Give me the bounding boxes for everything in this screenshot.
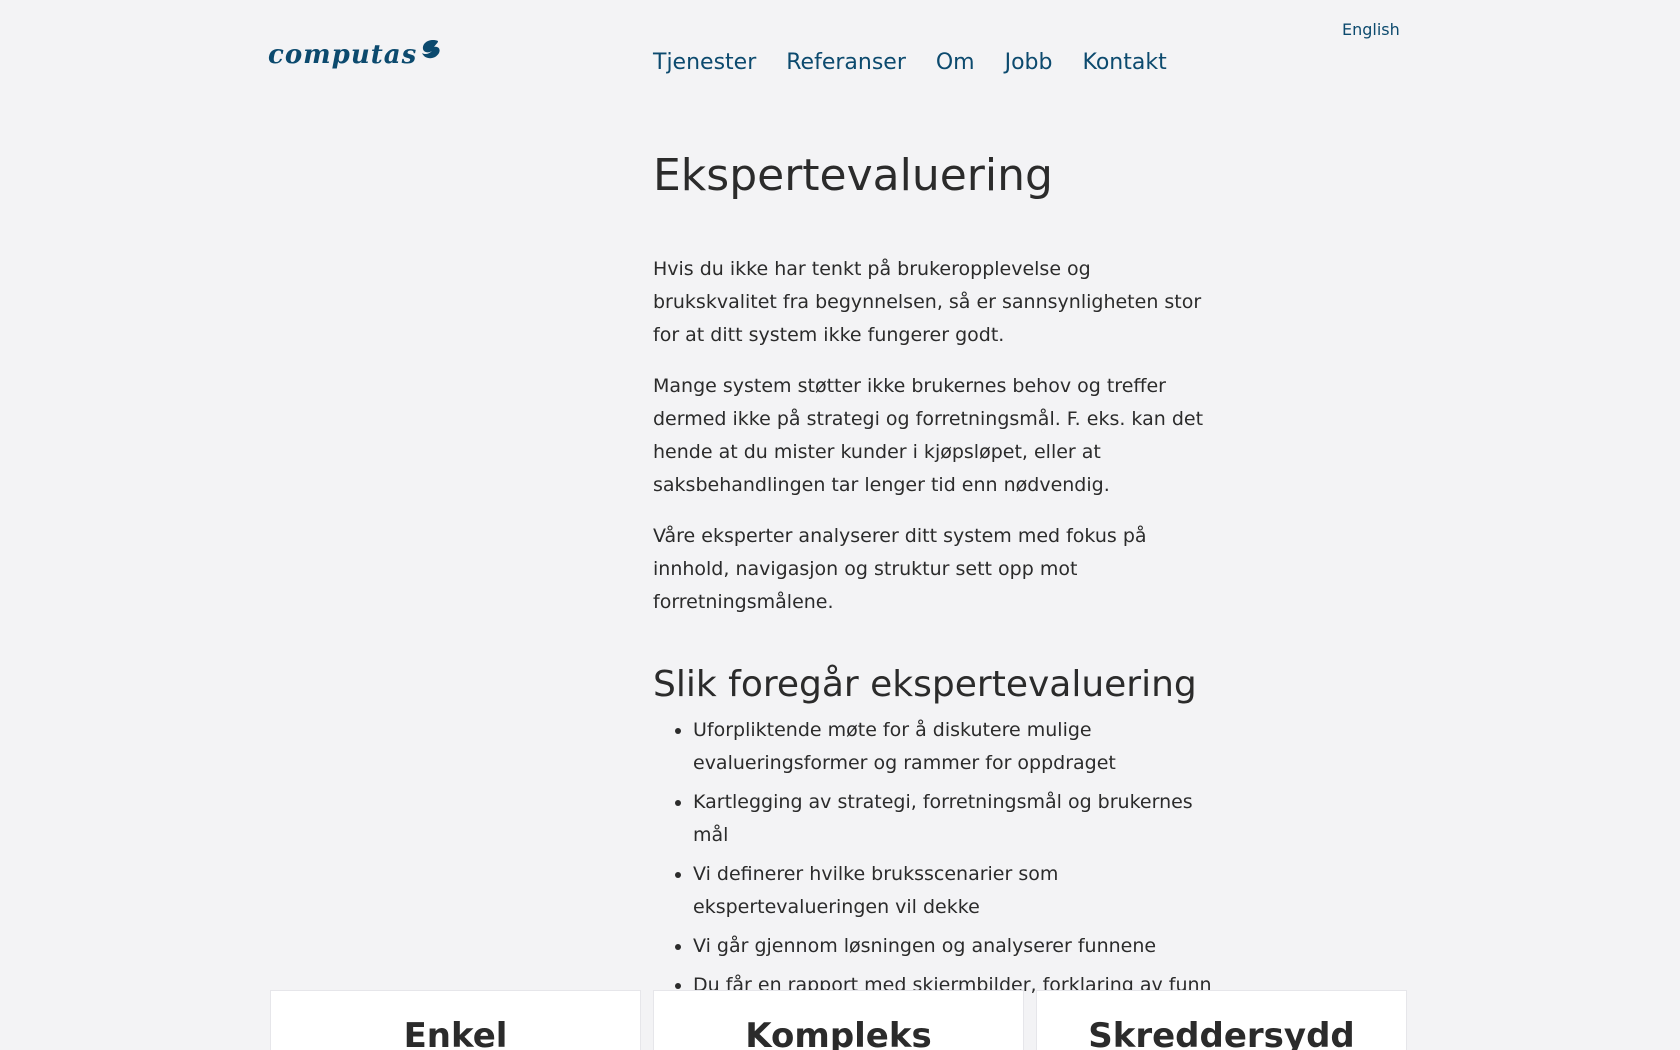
list-item: Kartlegging av strategi, forretningsmål … (693, 786, 1213, 852)
language-link-english[interactable]: English (1342, 20, 1400, 39)
computas-logo[interactable]: computas (268, 38, 442, 68)
card-title: Kompleks (745, 1016, 932, 1050)
list-item: Uforpliktende møte for å diskutere mulig… (693, 714, 1213, 780)
package-cards: Enkel Kompleks Skreddersydd (270, 990, 1407, 1050)
card-title: Enkel (403, 1016, 508, 1050)
nav-item-jobb[interactable]: Jobb (1005, 50, 1053, 75)
intro-paragraph-3: Våre eksperter analyserer ditt system me… (653, 524, 1147, 613)
card-kompleks[interactable]: Kompleks (653, 990, 1024, 1050)
list-item: Vi definerer hvilke bruksscenarier som e… (693, 858, 1213, 924)
logo-text: computas (268, 40, 418, 70)
nav-item-referanser[interactable]: Referanser (786, 50, 906, 75)
card-enkel[interactable]: Enkel (270, 990, 641, 1050)
section-heading: Slik foregår ekspertevaluering (653, 663, 1197, 705)
main-nav: Tjenester Referanser Om Jobb Kontakt (653, 50, 1167, 75)
intro-paragraph-2: Mange system støtter ikke brukernes beho… (653, 374, 1204, 496)
intro-paragraph-1: Hvis du ikke har tenkt på brukeropplevel… (653, 257, 1202, 346)
card-skreddersydd[interactable]: Skreddersydd (1036, 990, 1407, 1050)
main-content: Ekspertevaluering Hvis du ikke har tenkt… (653, 150, 1213, 1041)
nav-item-kontakt[interactable]: Kontakt (1083, 50, 1167, 75)
logo-swirl-icon (422, 39, 440, 59)
list-item: Vi går gjennom løsningen og analyserer f… (693, 930, 1213, 963)
steps-list: Uforpliktende møte for å diskutere mulig… (653, 714, 1213, 1035)
nav-item-tjenester[interactable]: Tjenester (653, 50, 756, 75)
card-title: Skreddersydd (1088, 1016, 1355, 1050)
page-title: Ekspertevaluering (653, 150, 1053, 201)
nav-item-om[interactable]: Om (936, 50, 975, 75)
page: English computas Tjenester Referanser Om… (0, 0, 1680, 1050)
